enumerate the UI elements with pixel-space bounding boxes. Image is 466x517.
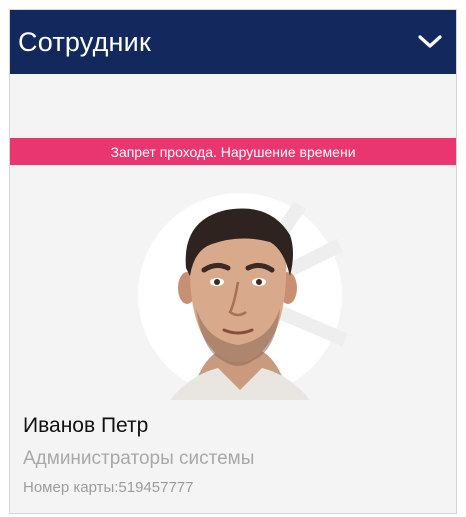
employee-group: Администраторы системы: [23, 448, 255, 469]
card-header: Сотрудник: [10, 10, 456, 74]
employee-card-number: Номер карты:519457777: [23, 479, 194, 496]
card-title: Сотрудник: [18, 26, 151, 57]
employee-name: Иванов Петр: [23, 414, 149, 437]
employee-card: Сотрудник Запрет прохода. Нарушение врем…: [9, 9, 457, 514]
chevron-down-icon[interactable]: [414, 26, 446, 58]
access-denied-banner: Запрет прохода. Нарушение времени: [10, 138, 456, 165]
employee-photo: [130, 190, 350, 400]
